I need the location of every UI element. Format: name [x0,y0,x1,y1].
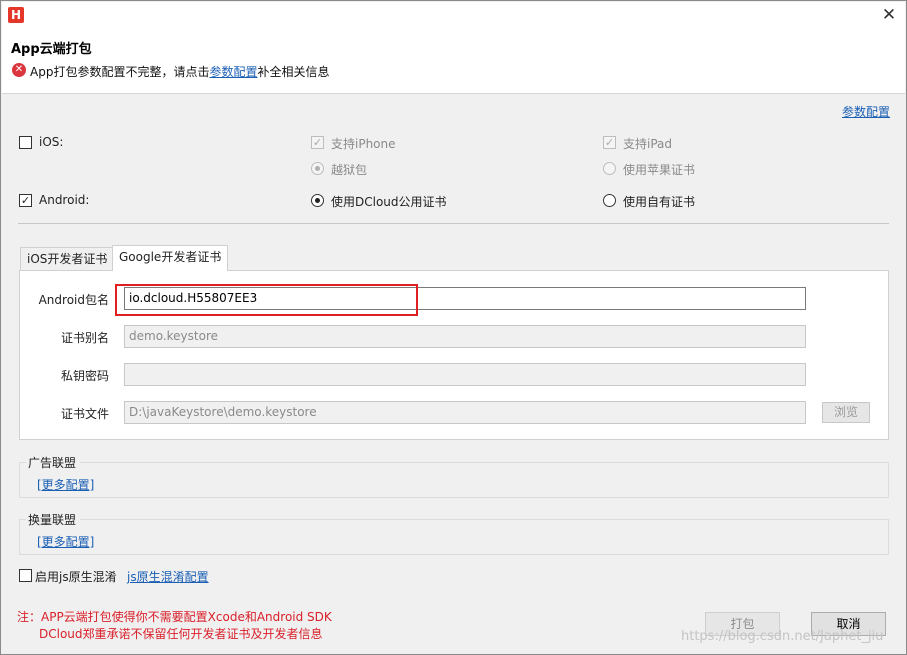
separator [18,223,889,224]
own-cert-radio[interactable] [603,194,616,207]
obfuscation-label: 启用js原生混淆 [35,570,117,584]
own-cert-label: 使用自有证书 [623,195,696,209]
obfuscation-checkbox[interactable] [19,569,32,582]
dcloud-cert-radio[interactable] [311,194,324,207]
dialog-window: H ✕ App云端打包 ✕ App打包参数配置不完整，请点击参数配置补全相关信息… [0,0,907,655]
error-config-link[interactable]: 参数配置 [209,65,257,79]
private-key-password-label: 私钥密码 [60,369,109,383]
cert-alias-input[interactable]: demo.keystore [124,325,806,348]
private-key-password-input[interactable] [124,363,806,386]
ios-checkbox[interactable] [19,136,32,149]
apple-cert-label: 使用苹果证书 [623,163,696,177]
ios-label: iOS: [39,135,64,149]
cert-file-input[interactable]: D:\javaKeystore\demo.keystore [124,401,806,424]
highlight-annotation [115,284,418,316]
iphone-checkbox[interactable]: ✓ [311,136,324,149]
watermark: https://blog.csdn.net/Japhet_jiu [681,629,884,644]
dialog-title: App云端打包 [11,42,92,57]
app-logo-icon: H [8,7,24,23]
cert-alias-label: 证书别名 [60,331,109,345]
swap-union-group [19,519,889,555]
tab-google-cert[interactable]: Google开发者证书 [112,245,229,271]
obfuscation-config-link[interactable]: js原生混淆配置 [127,568,209,585]
error-message: App打包参数配置不完整，请点击参数配置补全相关信息 [30,63,329,80]
close-icon[interactable]: ✕ [876,4,902,26]
jailbreak-label: 越狱包 [331,163,368,177]
tab-ios-cert[interactable]: iOS开发者证书 [20,247,115,271]
error-text-after: 补全相关信息 [257,65,330,79]
param-config-link[interactable]: 参数配置 [842,103,890,120]
package-name-label: Android包名 [38,293,109,307]
jailbreak-radio[interactable] [311,162,324,175]
ad-union-more-link[interactable]: [更多配置] [37,476,94,493]
error-icon: ✕ [12,63,26,77]
error-text-before: App打包参数配置不完整，请点击 [30,65,210,79]
apple-cert-radio[interactable] [603,162,616,175]
note-line-1: 注：APP云端打包使得你不需要配置Xcode和Android SDK [17,610,332,624]
android-checkbox[interactable]: ✓ [19,194,32,207]
ad-union-title: 广告联盟 [26,454,81,471]
browse-button[interactable]: 浏览 [822,402,870,423]
dcloud-cert-label: 使用DCloud公用证书 [331,195,447,209]
ipad-label: 支持iPad [623,137,673,151]
swap-union-more-link[interactable]: [更多配置] [37,533,94,550]
cert-file-label: 证书文件 [60,407,109,421]
swap-union-title: 换量联盟 [26,511,81,528]
ad-union-group [19,462,889,498]
ipad-checkbox[interactable]: ✓ [603,136,616,149]
dialog-header: H ✕ App云端打包 ✕ App打包参数配置不完整，请点击参数配置补全相关信息 [2,2,905,94]
iphone-label: 支持iPhone [331,137,396,151]
note-line-2: DCloud郑重承诺不保留任何开发者证书及开发者信息 [39,627,323,641]
android-label: Android: [39,193,90,207]
